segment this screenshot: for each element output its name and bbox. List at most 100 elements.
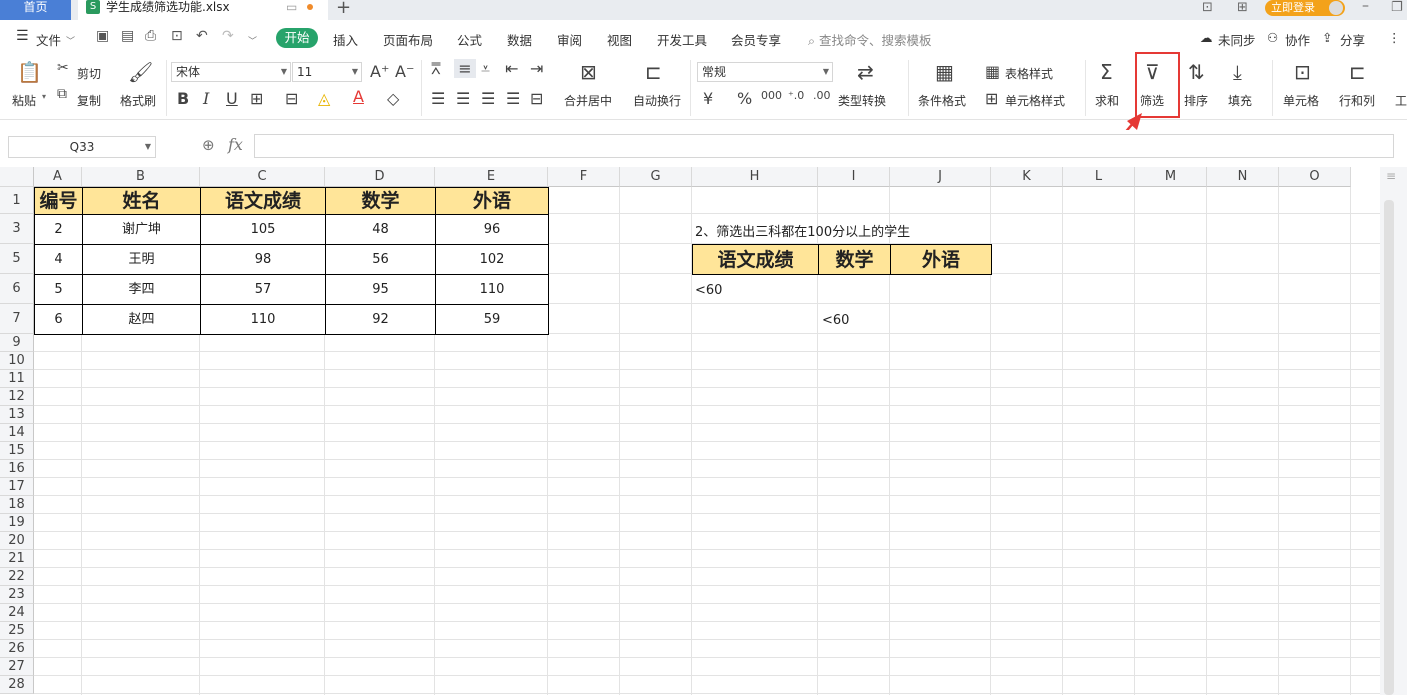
italic-icon[interactable]: I xyxy=(203,89,209,108)
zoom-icon[interactable]: ⊕ xyxy=(202,136,215,154)
table-cell[interactable]: 王明 xyxy=(82,244,201,275)
select-all-corner[interactable] xyxy=(0,167,34,187)
chevron-down-icon[interactable]: ﹀ xyxy=(66,34,75,47)
column-header-c[interactable]: C xyxy=(200,167,325,187)
monitor-icon[interactable]: ▭ xyxy=(286,0,297,14)
row-header-20[interactable]: 20 xyxy=(0,532,34,550)
sum-button[interactable]: 求和 xyxy=(1095,92,1119,109)
border-icon[interactable]: ⊞ xyxy=(250,89,263,108)
table-cell[interactable]: 102 xyxy=(435,244,549,275)
row-col-icon[interactable]: ⊏ xyxy=(1349,60,1366,84)
new-tab-button[interactable]: + xyxy=(336,0,351,18)
conditional-format-button[interactable]: 条件格式 xyxy=(918,92,966,109)
more-icon[interactable]: ⋮ xyxy=(1388,30,1401,45)
print-preview-icon[interactable]: ⊡ xyxy=(171,28,183,44)
row-header-15[interactable]: 15 xyxy=(0,442,34,460)
paste-icon[interactable]: 📋 xyxy=(17,60,42,84)
table-style-icon[interactable]: ▦ xyxy=(985,62,1000,81)
align-top-icon[interactable]: ⩞ xyxy=(431,59,441,79)
cell-style-button[interactable]: 单元格样式 xyxy=(1005,92,1065,109)
tab-page-layout[interactable]: 页面布局 xyxy=(383,30,433,49)
font-name-select[interactable]: 宋体 ▼ xyxy=(171,62,291,82)
column-header-n[interactable]: N xyxy=(1207,167,1279,187)
column-header-e[interactable]: E xyxy=(435,167,548,187)
tab-data[interactable]: 数据 xyxy=(507,30,532,49)
tab-view[interactable]: 视图 xyxy=(607,30,632,49)
table-header-cell[interactable]: 姓名 xyxy=(82,187,201,215)
bold-icon[interactable]: B xyxy=(177,89,189,108)
row-header-13[interactable]: 13 xyxy=(0,406,34,424)
column-header-i[interactable]: I xyxy=(818,167,890,187)
login-button[interactable]: 立即登录 xyxy=(1265,0,1345,16)
column-header-f[interactable]: F xyxy=(548,167,620,187)
table-cell[interactable]: 56 xyxy=(325,244,436,275)
table-cell[interactable]: 110 xyxy=(200,304,326,335)
column-header-d[interactable]: D xyxy=(325,167,435,187)
menu-file[interactable]: 文件 xyxy=(36,30,61,49)
command-search[interactable]: ⌕ 查找命令、搜索模板 xyxy=(808,30,932,49)
format-painter-icon[interactable]: 🖌 xyxy=(128,60,153,84)
apps-grid-icon[interactable]: ⊞ xyxy=(1237,0,1248,15)
minimize-icon[interactable]: – xyxy=(1362,0,1369,14)
font-color-icon[interactable]: A xyxy=(353,87,364,106)
row-header-21[interactable]: 21 xyxy=(0,550,34,568)
tab-formula[interactable]: 公式 xyxy=(457,30,482,49)
window-layout-icon[interactable]: ⊡ xyxy=(1202,0,1213,15)
export-pdf-icon[interactable]: ▤ xyxy=(121,28,134,44)
row-header-19[interactable]: 19 xyxy=(0,514,34,532)
scissors-icon[interactable]: ✂ xyxy=(57,60,69,76)
table-cell[interactable]: 96 xyxy=(435,214,549,245)
table-cell[interactable]: 6 xyxy=(34,304,83,335)
table-style-button[interactable]: 表格样式 xyxy=(1005,65,1053,82)
not-synced-label[interactable]: 未同步 xyxy=(1218,30,1256,49)
quick-access-chevron-icon[interactable]: ﹀ xyxy=(248,34,257,47)
decrease-decimal-icon[interactable]: .00 xyxy=(813,89,831,102)
align-middle-icon[interactable]: ≡ xyxy=(454,59,476,78)
row-header-17[interactable]: 17 xyxy=(0,478,34,496)
format-painter-button[interactable]: 格式刷 xyxy=(120,92,156,109)
indent-increase-icon[interactable]: ⇥ xyxy=(530,59,543,78)
paste-chevron-icon[interactable]: ▾ xyxy=(42,92,46,101)
row-header-14[interactable]: 14 xyxy=(0,424,34,442)
row-header-18[interactable]: 18 xyxy=(0,496,34,514)
column-header-a[interactable]: A xyxy=(34,167,82,187)
table-cell[interactable]: 2 xyxy=(34,214,83,245)
criteria-header-cell[interactable]: 外语 xyxy=(890,244,992,275)
row-header-1[interactable]: 1 xyxy=(0,187,34,214)
wrap-text-button[interactable]: 自动换行 xyxy=(633,92,681,109)
undo-icon[interactable]: ↶ xyxy=(196,28,208,44)
thousands-icon[interactable]: 000 xyxy=(761,89,782,102)
fx-icon[interactable]: fx xyxy=(228,135,243,154)
indent-decrease-icon[interactable]: ⇤ xyxy=(505,59,518,78)
row-header-25[interactable]: 25 xyxy=(0,622,34,640)
number-format-select[interactable]: 常规 ▼ xyxy=(697,62,833,82)
sort-button[interactable]: 排序 xyxy=(1184,92,1208,109)
increase-decimal-icon[interactable]: ⁺.0 xyxy=(788,89,804,102)
collab-icon[interactable]: ⚇ xyxy=(1267,30,1278,45)
table-cell[interactable]: 98 xyxy=(200,244,326,275)
row-header-6[interactable]: 6 xyxy=(0,274,34,304)
table-cell[interactable]: 李四 xyxy=(82,274,201,305)
name-box[interactable]: Q33 ▼ xyxy=(8,136,156,158)
table-cell[interactable]: 95 xyxy=(325,274,436,305)
column-header-l[interactable]: L xyxy=(1063,167,1135,187)
row-header-28[interactable]: 28 xyxy=(0,676,34,694)
fill-color-icon[interactable]: ◬ xyxy=(318,89,330,108)
cell-button[interactable]: 单元格 xyxy=(1283,92,1319,109)
row-header-22[interactable]: 22 xyxy=(0,568,34,586)
clear-format-icon[interactable]: ◇ xyxy=(387,89,399,108)
row-header-5[interactable]: 5 xyxy=(0,244,34,274)
table-header-cell[interactable]: 编号 xyxy=(34,187,83,215)
align-bottom-icon[interactable]: ⩡ xyxy=(481,59,490,79)
table-cell[interactable]: 57 xyxy=(200,274,326,305)
table-cell[interactable]: 4 xyxy=(34,244,83,275)
fill-button[interactable]: 填充 xyxy=(1228,92,1252,109)
table-cell[interactable]: 92 xyxy=(325,304,436,335)
align-right-icon[interactable]: ☰ xyxy=(481,89,495,108)
column-header-k[interactable]: K xyxy=(991,167,1063,187)
share-icon[interactable]: ⇪ xyxy=(1322,30,1332,45)
justify-icon[interactable]: ☰ xyxy=(506,89,520,108)
row-header-10[interactable]: 10 xyxy=(0,352,34,370)
align-center-icon[interactable]: ☰ xyxy=(456,89,470,108)
row-header-11[interactable]: 11 xyxy=(0,370,34,388)
